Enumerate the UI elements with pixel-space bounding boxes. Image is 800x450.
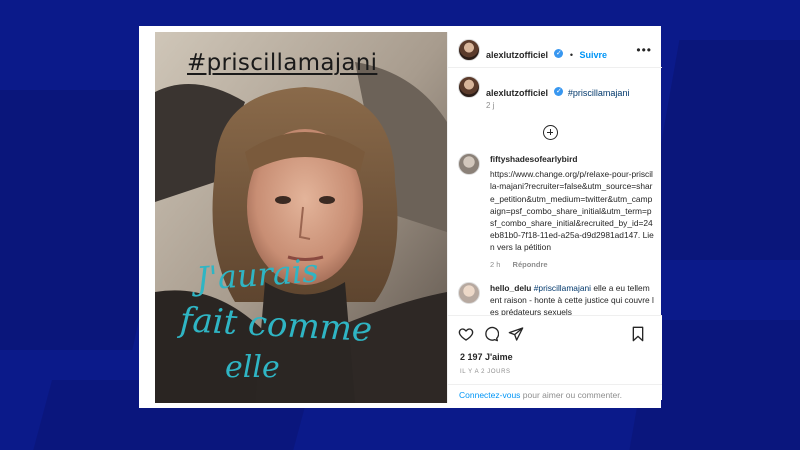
comment-hashtag[interactable]: #priscillamajani [534,283,591,293]
caption-time: 2 j [486,101,495,110]
author-username[interactable]: alexlutzofficiel [486,50,548,60]
bookmark-icon[interactable] [630,326,646,342]
separator-dot: • [569,50,574,60]
post-photo[interactable]: #priscillamajani J'aurais fait comme ell… [155,32,447,403]
share-icon[interactable] [508,326,524,342]
login-prompt-text: pour aimer ou commenter. [520,390,622,400]
add-comment-icon[interactable] [543,125,558,140]
comment-meta: 2 h Répondre [490,260,654,269]
background-shape [640,40,800,260]
photo-hashtag-text: #priscillamajani [187,50,378,76]
commenter-avatar[interactable] [458,282,480,304]
handwriting-line-3: elle [225,350,280,385]
more-icon[interactable]: ••• [636,43,652,57]
reply-button[interactable]: Répondre [513,260,548,269]
commenter-avatar[interactable] [458,153,480,175]
post-actions-bar: 2 197 J'aime IL Y A 2 JOURS Connectez-vo… [448,315,662,400]
follow-button[interactable]: Suivre [580,50,608,60]
comment-text: https://www.change.org/p/relaxe-pour-pri… [490,169,654,253]
comment-time: 2 h [490,259,501,269]
caption-username[interactable]: alexlutzofficiel [486,88,548,98]
instagram-post-card: #priscillamajani J'aurais fait comme ell… [139,26,662,408]
post-header: alexlutzofficiel ✓ • Suivre ••• [448,32,662,68]
commenter-username[interactable]: fiftyshadesofearlybird [490,154,578,164]
verified-icon: ✓ [554,87,564,97]
login-link[interactable]: Connectez-vous [459,390,520,400]
login-prompt: Connectez-vous pour aimer ou commenter. [448,384,662,401]
commenter-username[interactable]: hello_delu [490,283,531,293]
post-side-panel: alexlutzofficiel ✓ • Suivre ••• alexlutz… [447,32,662,403]
verified-icon: ✓ [554,49,564,59]
comment-icon[interactable] [483,326,499,342]
selfie-image [155,32,447,403]
caption-avatar[interactable] [458,76,480,98]
heart-icon[interactable] [458,326,474,342]
caption-hashtag[interactable]: #priscillamajani [568,88,630,98]
likes-count[interactable]: 2 197 J'aime [460,352,513,362]
posted-ago: IL Y A 2 JOURS [460,369,511,375]
author-avatar[interactable] [458,39,480,61]
